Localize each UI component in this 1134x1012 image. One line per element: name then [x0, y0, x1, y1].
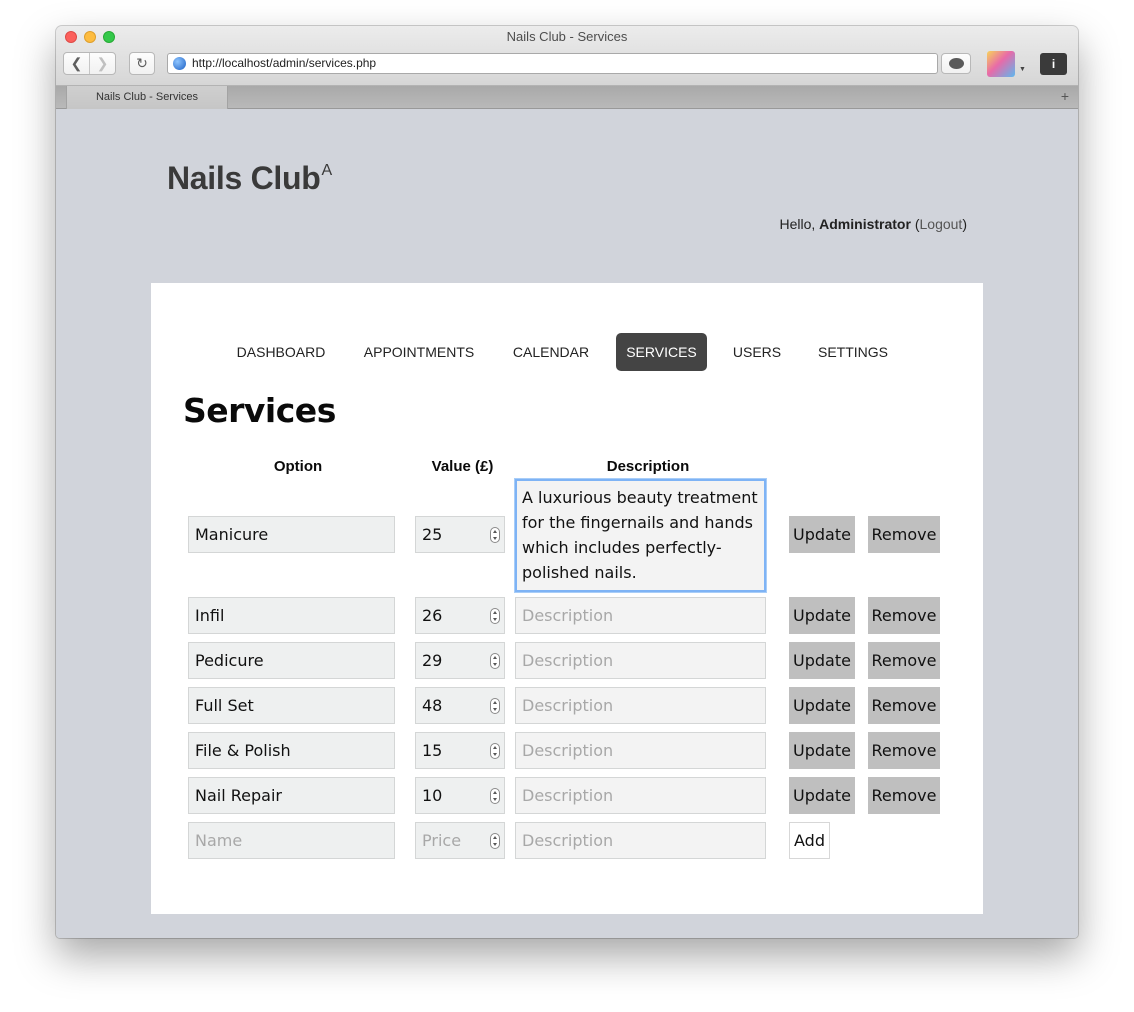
column-header-option: Option [273, 458, 323, 475]
nav-settings[interactable]: SETTINGS [810, 333, 896, 371]
main-nav: DASHBOARD APPOINTMENTS CALENDAR SERVICES… [151, 333, 983, 371]
service-description-input[interactable]: Description [515, 642, 766, 679]
update-button[interactable]: Update [789, 642, 855, 679]
service-value-input[interactable]: 25 [415, 516, 505, 553]
stepper-icon[interactable] [490, 833, 500, 849]
service-value-text: 25 [422, 525, 443, 544]
service-name-input[interactable]: File & Polish [188, 732, 395, 769]
back-arrow-icon[interactable]: ❮ [64, 53, 89, 74]
forward-arrow-icon[interactable]: ❯ [89, 53, 115, 74]
reader-icon[interactable] [941, 53, 971, 74]
service-value-input[interactable]: 10 [415, 777, 505, 814]
update-button[interactable]: Update [789, 777, 855, 814]
update-button[interactable]: Update [789, 597, 855, 634]
update-button[interactable]: Update [789, 687, 855, 724]
site-logo[interactable]: Nails ClubA [167, 160, 332, 197]
add-service-button[interactable]: Add [789, 822, 830, 859]
tab-bar: Nails Club - Services + [56, 86, 1078, 109]
service-value-text: 29 [422, 651, 443, 670]
history-buttons: ❮ ❯ [63, 52, 116, 75]
url-text: http://localhost/admin/services.php [192, 56, 377, 70]
nav-users[interactable]: USERS [722, 333, 792, 371]
stepper-icon[interactable] [490, 608, 500, 624]
stepper-icon[interactable] [490, 743, 500, 759]
tab-services[interactable]: Nails Club - Services [66, 86, 228, 109]
remove-button[interactable]: Remove [868, 516, 940, 553]
service-description-input[interactable]: Description [515, 597, 766, 634]
brand-superscript: A [321, 162, 332, 179]
service-description-input[interactable]: Description [515, 687, 766, 724]
window-title: Nails Club - Services [506, 29, 628, 44]
remove-button[interactable]: Remove [868, 687, 940, 724]
page-content: Nails ClubA Hello, Administrator (Logout… [56, 110, 1078, 938]
logout-open: ( [910, 216, 920, 232]
service-value-input[interactable]: 15 [415, 732, 505, 769]
extension-icon[interactable] [987, 51, 1015, 77]
service-description-textarea[interactable]: A luxurious beauty treatment for the fin… [515, 479, 766, 592]
browser-window: Nails Club - Services ❮ ❯ ↻ http://local… [56, 26, 1078, 938]
new-service-name-input[interactable]: Name [188, 822, 395, 859]
column-header-value: Value (£) [431, 458, 494, 475]
nav-calendar[interactable]: CALENDAR [504, 333, 598, 371]
service-name-input[interactable]: Infil [188, 597, 395, 634]
service-name-input[interactable]: Full Set [188, 687, 395, 724]
service-name-input[interactable]: Nail Repair [188, 777, 395, 814]
new-tab-icon[interactable]: + [1061, 88, 1069, 104]
service-description-input[interactable]: Description [515, 732, 766, 769]
update-button[interactable]: Update [789, 732, 855, 769]
info-icon[interactable]: i [1040, 53, 1067, 75]
nav-dashboard[interactable]: DASHBOARD [226, 333, 336, 371]
user-name: Administrator [819, 216, 911, 232]
column-header-description: Description [606, 458, 690, 475]
address-bar[interactable]: http://localhost/admin/services.php [167, 53, 938, 74]
brand-name: Nails Club [167, 160, 321, 196]
globe-icon [173, 57, 186, 70]
update-button[interactable]: Update [789, 516, 855, 553]
remove-button[interactable]: Remove [868, 642, 940, 679]
new-service-price-placeholder: Price [422, 831, 462, 850]
new-service-description-input[interactable]: Description [515, 822, 766, 859]
remove-button[interactable]: Remove [868, 777, 940, 814]
stepper-icon[interactable] [490, 653, 500, 669]
service-value-text: 26 [422, 606, 443, 625]
service-value-text: 10 [422, 786, 443, 805]
nav-appointments[interactable]: APPOINTMENTS [357, 333, 481, 371]
service-description-input[interactable]: Description [515, 777, 766, 814]
stepper-icon[interactable] [490, 698, 500, 714]
reload-icon[interactable]: ↻ [129, 52, 155, 75]
stepper-icon[interactable] [490, 788, 500, 804]
title-bar: Nails Club - Services ❮ ❯ ↻ http://local… [56, 26, 1078, 86]
remove-button[interactable]: Remove [868, 597, 940, 634]
greeting-text: Hello, [779, 216, 820, 232]
service-name-input[interactable]: Manicure [188, 516, 395, 553]
service-name-input[interactable]: Pedicure [188, 642, 395, 679]
nav-services[interactable]: SERVICES [616, 333, 707, 371]
user-greeting: Hello, Administrator (Logout) [779, 216, 967, 232]
page-title: Services [183, 391, 336, 430]
service-value-input[interactable]: 26 [415, 597, 505, 634]
stepper-icon[interactable] [490, 527, 500, 543]
logout-close: ) [962, 216, 967, 232]
service-value-text: 15 [422, 741, 443, 760]
chevron-down-icon[interactable]: ▼ [1019, 66, 1026, 73]
main-panel: DASHBOARD APPOINTMENTS CALENDAR SERVICES… [151, 283, 983, 914]
new-service-price-input[interactable]: Price [415, 822, 505, 859]
logout-link[interactable]: Logout [920, 216, 963, 232]
service-value-input[interactable]: 48 [415, 687, 505, 724]
remove-button[interactable]: Remove [868, 732, 940, 769]
service-value-input[interactable]: 29 [415, 642, 505, 679]
service-value-text: 48 [422, 696, 443, 715]
